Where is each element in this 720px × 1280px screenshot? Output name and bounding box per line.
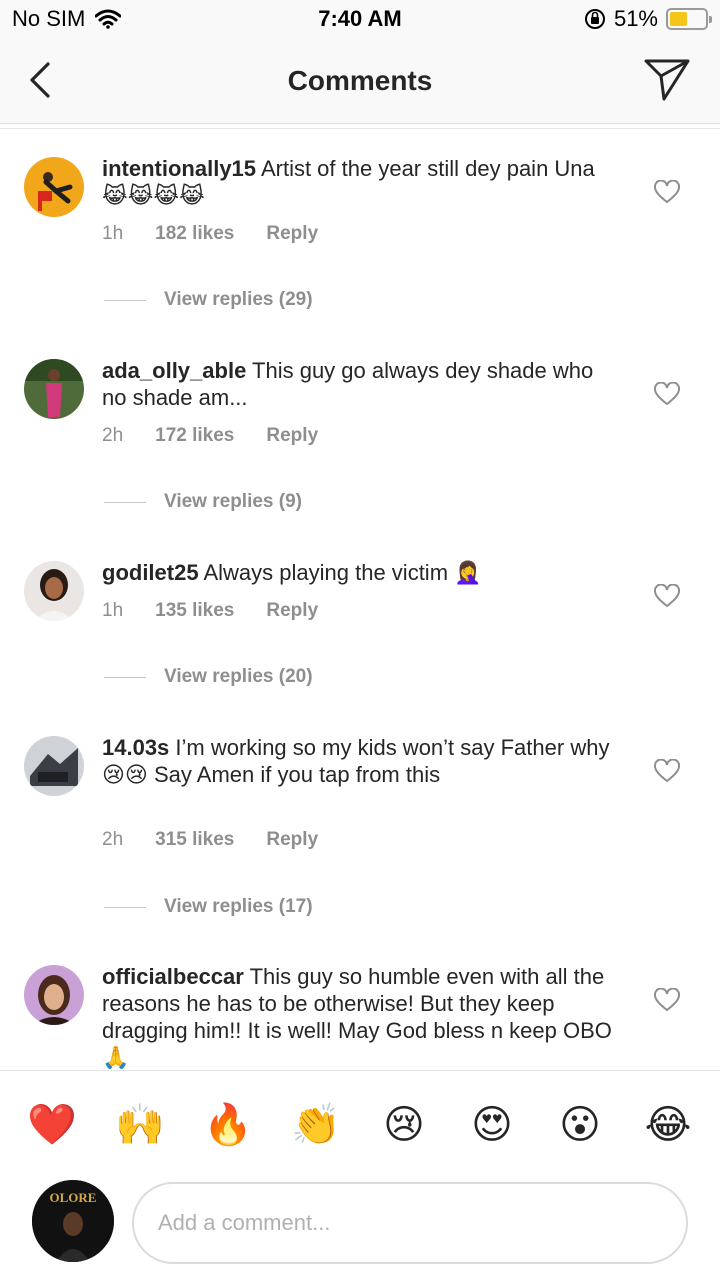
avatar[interactable] (24, 561, 84, 621)
comment-time: 2h (102, 425, 124, 446)
comment-time: 1h (102, 600, 124, 621)
reply-button[interactable]: Reply (266, 425, 318, 447)
heart-icon[interactable] (654, 988, 680, 1012)
replies-divider (104, 906, 146, 908)
view-replies-label: View replies (17) (164, 896, 313, 917)
clap-emoji-reaction[interactable]: 👏 (286, 1101, 346, 1149)
comment-likes[interactable]: 172 likes (155, 425, 234, 447)
reply-button[interactable]: Reply (266, 223, 318, 245)
heart-icon[interactable] (654, 180, 680, 204)
heart-icon[interactable] (654, 382, 680, 406)
comment-meta: 1h 182 likes Reply (102, 223, 350, 245)
comment-text: officialbeccar This guy so humble even w… (102, 963, 622, 1069)
comment-body: Always playing the victim 🤦‍♀️ (203, 560, 482, 585)
comment-username[interactable]: ada_olly_able (102, 358, 246, 383)
avatar[interactable] (24, 157, 84, 217)
replies-divider (104, 299, 146, 301)
replies-divider (104, 501, 146, 503)
comments-list[interactable]: intentionally15 Artist of the year still… (0, 129, 720, 1069)
heart-icon[interactable] (654, 759, 680, 783)
reply-button[interactable]: Reply (266, 829, 318, 851)
view-replies-label: View replies (20) (164, 666, 313, 687)
view-replies-button[interactable]: View replies (29) (104, 289, 313, 311)
avatar[interactable] (24, 359, 84, 419)
crying-emoji-reaction[interactable]: 😢 (374, 1101, 434, 1149)
battery-group: 51% (584, 6, 712, 32)
avatar-logo-text: OLORE (50, 1190, 97, 1205)
laughing-emoji-reaction[interactable]: 😂 (638, 1101, 698, 1149)
surprised-emoji-reaction[interactable]: 😮 (550, 1101, 610, 1149)
battery-level (670, 12, 688, 26)
view-replies-button[interactable]: View replies (9) (104, 491, 302, 513)
comment-username[interactable]: godilet25 (102, 560, 199, 585)
comment-composer: OLORE (0, 1178, 720, 1280)
send-icon[interactable] (642, 56, 692, 102)
comment-time: 1h (102, 223, 124, 244)
comment-body: I’m working so my kids won’t say Father … (102, 735, 610, 787)
comment-username[interactable]: 14.03s (102, 735, 169, 760)
comment-input[interactable] (132, 1182, 688, 1264)
comment-username[interactable]: officialbeccar (102, 964, 244, 989)
comment-username[interactable]: intentionally15 (102, 156, 256, 181)
orientation-lock-icon (584, 9, 605, 29)
battery-icon (666, 8, 712, 30)
status-bar: No SIM 7:40 AM 51% (0, 0, 720, 40)
reply-button[interactable]: Reply (266, 600, 318, 622)
comment-meta: 2h 172 likes Reply (102, 425, 350, 447)
replies-divider (104, 676, 146, 678)
view-replies-label: View replies (9) (164, 491, 302, 512)
view-replies-label: View replies (29) (164, 289, 313, 310)
comment-likes[interactable]: 135 likes (155, 600, 234, 622)
page-title: Comments (287, 65, 433, 96)
avatar[interactable] (24, 736, 84, 796)
heart-eyes-emoji-reaction[interactable]: 😍 (462, 1101, 522, 1149)
view-replies-button[interactable]: View replies (17) (104, 896, 313, 918)
quick-reactions-bar: ❤️ 🙌 🔥 👏 😢 😍 😮 😂 (0, 1070, 720, 1178)
avatar: OLORE (32, 1180, 114, 1262)
comment-text: 14.03s I’m working so my kids won’t say … (102, 734, 622, 788)
raised-hands-emoji-reaction[interactable]: 🙌 (110, 1101, 170, 1149)
battery-percent: 51% (613, 6, 658, 31)
comment-meta: 1h 135 likes Reply (102, 600, 350, 622)
avatar[interactable] (24, 965, 84, 1025)
comment-text: ada_olly_able This guy go always dey sha… (102, 357, 622, 411)
fire-emoji-reaction[interactable]: 🔥 (198, 1101, 258, 1149)
comment-likes[interactable]: 315 likes (155, 829, 234, 851)
comment-time: 2h (102, 829, 124, 850)
comment-meta: 2h 315 likes Reply (102, 829, 350, 851)
comment-text: godilet25 Always playing the victim 🤦‍♀️ (102, 559, 622, 586)
header: Comments (0, 40, 720, 124)
view-replies-button[interactable]: View replies (20) (104, 666, 313, 688)
comment-text: intentionally15 Artist of the year still… (102, 155, 622, 209)
comment-likes[interactable]: 182 likes (155, 223, 234, 245)
heart-emoji-reaction[interactable]: ❤️ (22, 1101, 82, 1149)
heart-icon[interactable] (654, 584, 680, 608)
